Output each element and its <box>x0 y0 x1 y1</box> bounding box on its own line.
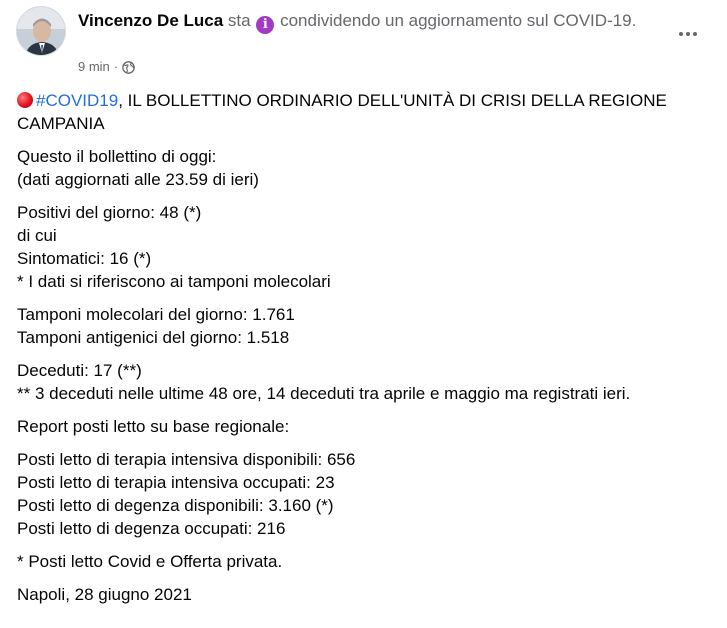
avatar-image <box>17 7 65 55</box>
post-header: Vincenzo De Luca sta i condividendo un a… <box>16 6 706 76</box>
info-icon: i <box>256 16 275 34</box>
text-line: Posti letto di terapia intensiva occupat… <box>17 473 335 492</box>
post-meta: 9 min · <box>78 59 135 75</box>
hashtag-link[interactable]: #COVID19 <box>36 91 118 110</box>
intro-paragraph: Questo il bollettino di oggi: (dati aggi… <box>17 145 712 191</box>
deceduti-paragraph: Deceduti: 17 (**) ** 3 deceduti nelle ul… <box>17 359 712 405</box>
tamponi-paragraph: Tamponi molecolari del giorno: 1.761 Tam… <box>17 303 712 349</box>
signature: Napoli, 28 giugno 2021 <box>17 585 192 604</box>
author-name[interactable]: Vincenzo De Luca <box>78 11 223 30</box>
post-header-text: Vincenzo De Luca sta i condividendo un a… <box>78 9 678 34</box>
text-line: * I dati si riferiscono ai tamponi molec… <box>17 272 331 291</box>
text-line: Positivi del giorno: 48 (*) <box>17 203 202 222</box>
action-text: condividendo un aggiornamento sul COVID-… <box>280 11 637 30</box>
red-circle-icon <box>17 92 33 108</box>
text-line: Sintomatici: 16 (*) <box>17 249 152 268</box>
positivi-paragraph: Positivi del giorno: 48 (*) di cui Sinto… <box>17 201 712 293</box>
footnote: * Posti letto Covid e Offerta privata. <box>17 552 283 571</box>
globe-icon[interactable] <box>122 60 135 74</box>
text-line: ** 3 deceduti nelle ultime 48 ore, 14 de… <box>17 384 631 403</box>
facebook-post: Vincenzo De Luca sta i condividendo un a… <box>0 0 727 628</box>
headline-paragraph: #COVID19, IL BOLLETTINO ORDINARIO DELL'U… <box>17 89 712 135</box>
more-dot <box>686 32 690 36</box>
text-line: Posti letto di terapia intensiva disponi… <box>17 450 356 469</box>
text-line: (dati aggiornati alle 23.59 di ieri) <box>17 170 259 189</box>
text-line: Tamponi antigenici del giorno: 1.518 <box>17 328 290 347</box>
author-avatar[interactable] <box>16 6 66 56</box>
footnote-paragraph: * Posti letto Covid e Offerta privata. <box>17 550 712 573</box>
text-line: di cui <box>17 226 57 245</box>
text-line: Deceduti: 17 (**) <box>17 361 142 380</box>
text-line: Questo il bollettino di oggi: <box>17 147 217 166</box>
report-title: Report posti letto su base regionale: <box>17 417 290 436</box>
more-dot <box>679 32 683 36</box>
more-dot <box>693 32 697 36</box>
text-line: Posti letto di degenza disponibili: 3.16… <box>17 496 334 515</box>
post-content: #COVID19, IL BOLLETTINO ORDINARIO DELL'U… <box>17 89 712 616</box>
text-line: Posti letto di degenza occupati: 216 <box>17 519 286 538</box>
signature-paragraph: Napoli, 28 giugno 2021 <box>17 583 712 606</box>
more-options-icon[interactable] <box>670 20 706 48</box>
action-prefix: sta <box>227 11 251 30</box>
posti-letto-paragraph: Posti letto di terapia intensiva disponi… <box>17 448 712 540</box>
report-title-paragraph: Report posti letto su base regionale: <box>17 415 712 438</box>
post-timestamp[interactable]: 9 min <box>78 59 110 75</box>
text-line: Tamponi molecolari del giorno: 1.761 <box>17 305 295 324</box>
meta-separator: · <box>113 59 119 74</box>
